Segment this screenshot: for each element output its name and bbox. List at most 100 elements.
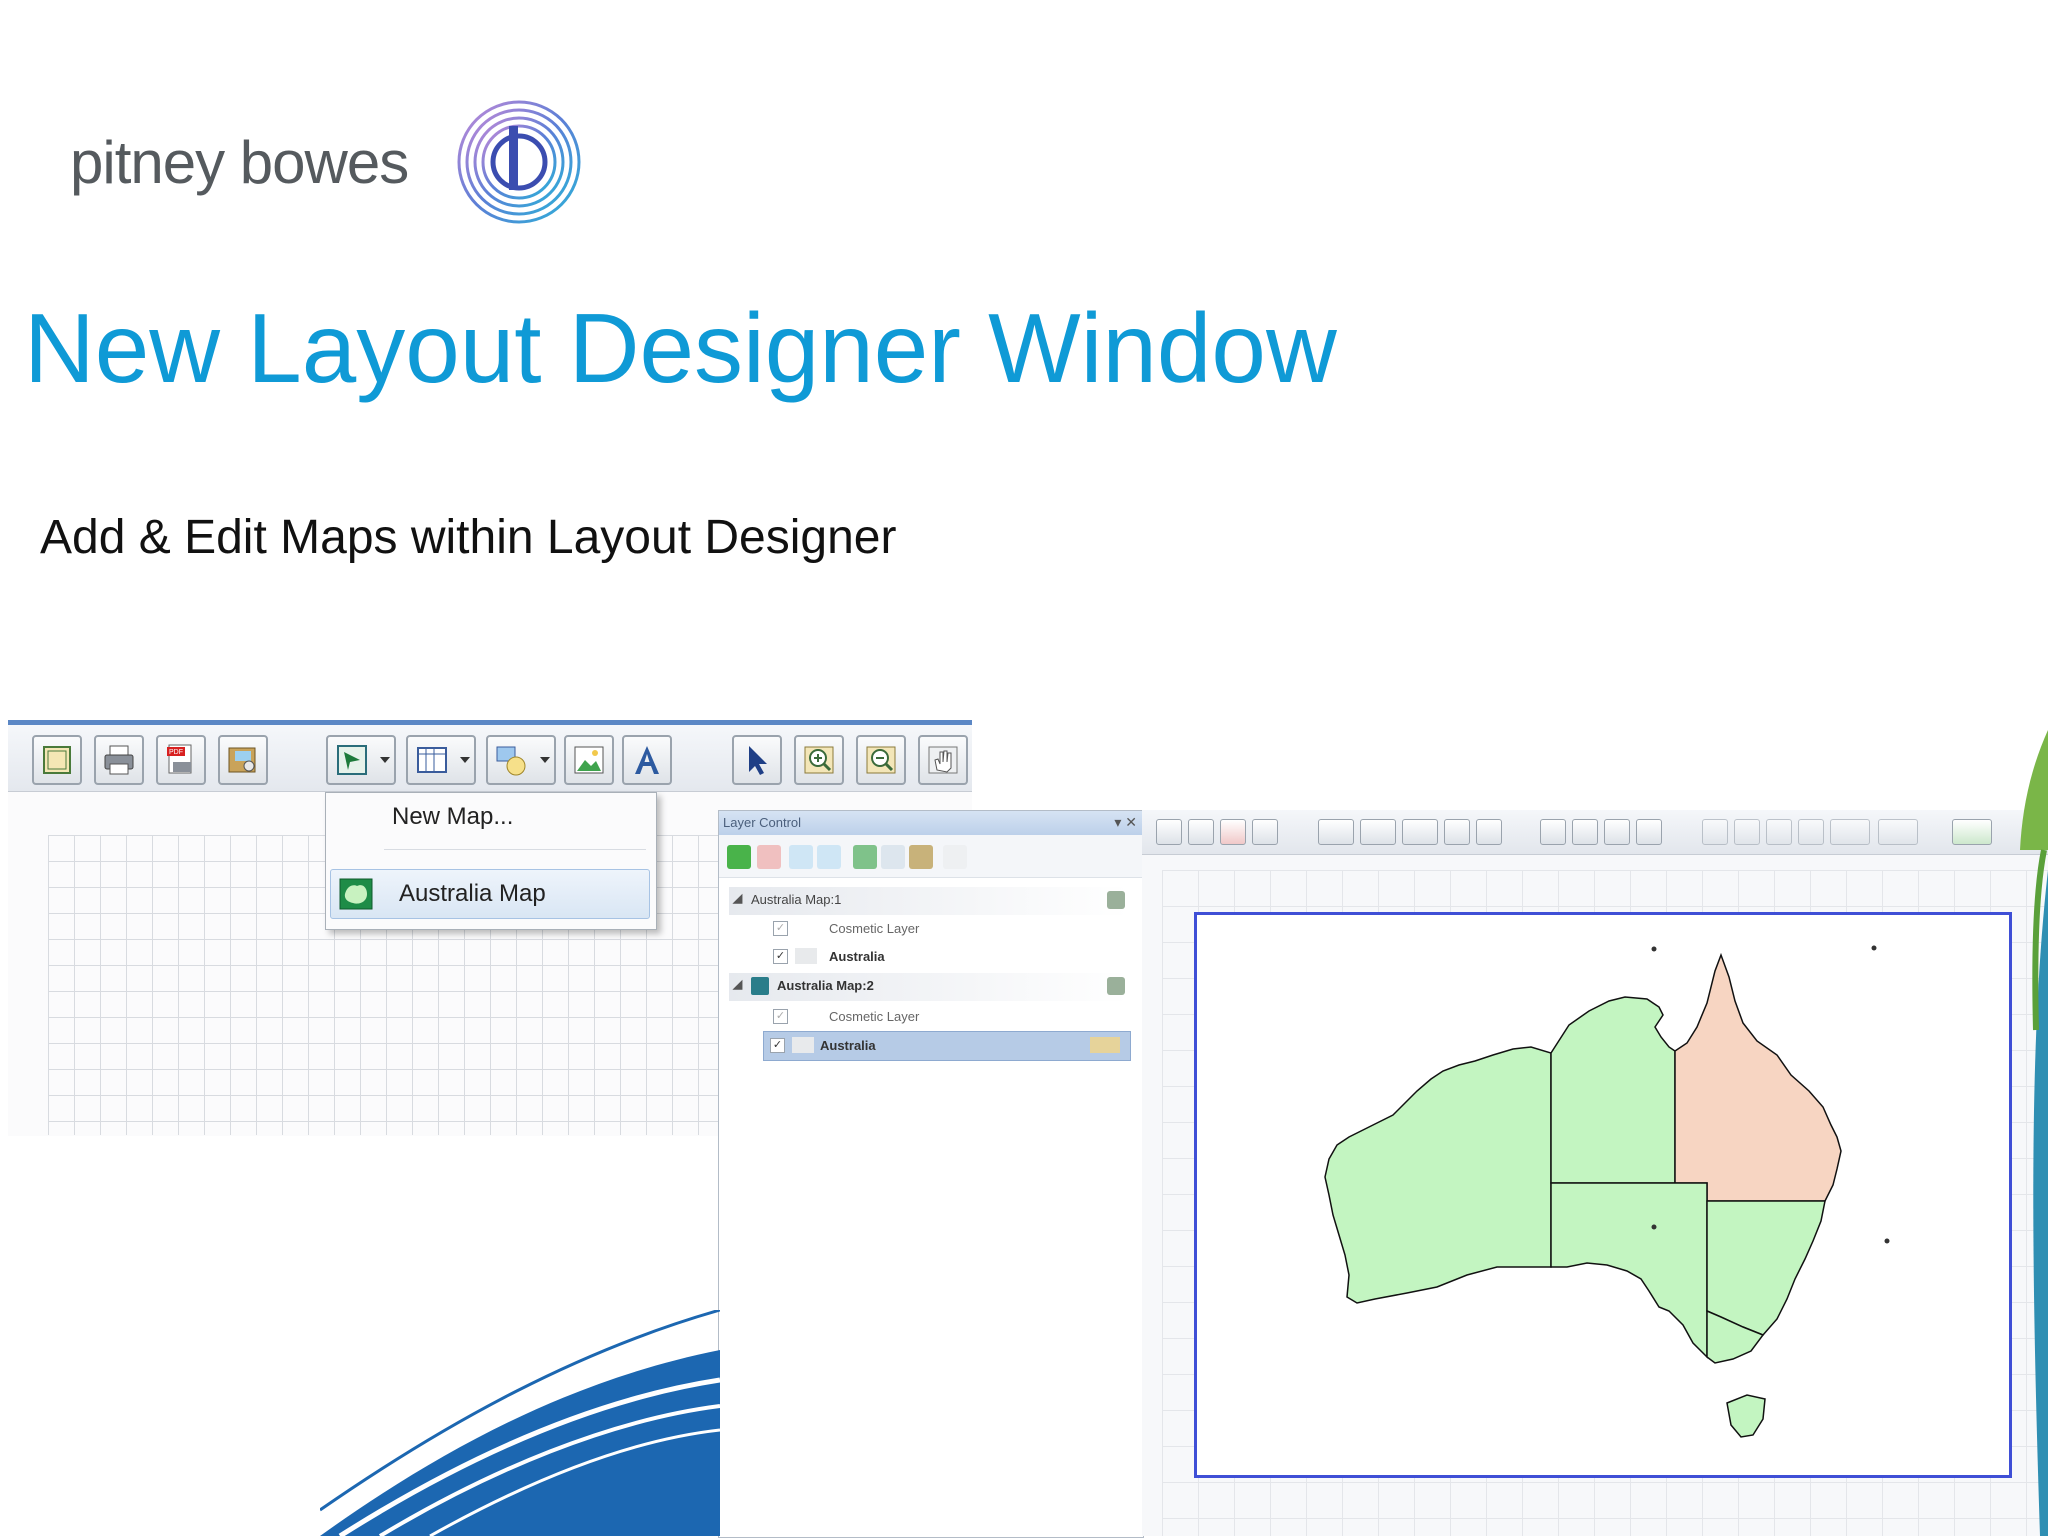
insert-table-button[interactable] <box>1360 819 1396 845</box>
new-map-menu-item[interactable]: New Map... <box>392 803 513 831</box>
insert-table-button[interactable] <box>406 735 476 785</box>
visibility-checkbox[interactable]: ✓ <box>773 949 788 964</box>
printer-icon <box>104 745 134 775</box>
insert-table-dropdown-caret[interactable] <box>460 757 470 763</box>
layer-row[interactable]: ✓ Cosmetic Layer <box>729 1003 1129 1031</box>
island-point <box>1871 945 1877 951</box>
insert-text-button[interactable] <box>622 735 672 785</box>
collapse-icon[interactable]: ◢ <box>733 977 742 991</box>
zoom-in-button[interactable] <box>1572 819 1598 845</box>
slide-subtitle: Add & Edit Maps within Layout Designer <box>40 511 897 564</box>
page-setup-button[interactable] <box>1156 819 1182 845</box>
layout-toolbar: PDF <box>8 725 972 792</box>
page-setup-button[interactable] <box>32 735 82 785</box>
style-icon[interactable] <box>881 845 905 869</box>
decorative-swoosh-right <box>2020 730 2048 1536</box>
state-new-south-wales <box>1706 1200 1826 1336</box>
page-frame-icon <box>43 746 71 774</box>
centroid-point <box>1651 1224 1657 1230</box>
australia-map[interactable] <box>1197 915 2009 1475</box>
menu-separator <box>384 849 646 850</box>
zoom-out-button[interactable] <box>1604 819 1630 845</box>
layer-row-selected[interactable]: ✓ Australia <box>763 1031 1131 1061</box>
line-style-button[interactable] <box>1734 819 1760 845</box>
layer-name: Australia <box>820 1038 876 1053</box>
layer-control-titlebar: Layer Control ▾ ✕ <box>719 811 1143 835</box>
insert-image-button[interactable] <box>564 735 614 785</box>
print-button[interactable] <box>94 735 144 785</box>
slide-title: New Layout Designer Window <box>24 293 1337 403</box>
pan-button[interactable] <box>918 735 968 785</box>
move-down-icon[interactable] <box>817 845 841 869</box>
save-image-button[interactable] <box>1252 819 1278 845</box>
layer-group-name: Australia Map:1 <box>751 892 842 907</box>
pan-button[interactable] <box>1636 819 1662 845</box>
layer-control-panel: Layer Control ▾ ✕ ◢ Australia Map:1 ✓ Co… <box>718 810 1144 1538</box>
australia-map-menu-item[interactable]: Australia Map <box>330 869 650 919</box>
layer-row[interactable]: ✓ Australia <box>729 943 1129 971</box>
insert-shape-dropdown-caret[interactable] <box>540 757 550 763</box>
layer-group-row[interactable]: ◢ Australia Map:1 <box>729 887 1129 915</box>
font-style-button[interactable] <box>1798 819 1824 845</box>
layer-swatch <box>792 1037 814 1053</box>
collapse-icon[interactable]: ◢ <box>733 891 742 905</box>
insert-map-button[interactable] <box>1318 819 1354 845</box>
pitney-bowes-logo: pitney bowes <box>70 98 590 238</box>
zoom-out-button[interactable] <box>856 735 906 785</box>
move-up-icon[interactable] <box>789 845 813 869</box>
state-queensland <box>1674 952 1842 1202</box>
label-icon[interactable] <box>909 845 933 869</box>
svg-text:PDF: PDF <box>169 749 183 756</box>
map-options-button[interactable] <box>1952 819 1992 845</box>
save-map-icon <box>228 747 256 773</box>
layer-name: Cosmetic Layer <box>829 921 920 936</box>
add-layer-icon[interactable] <box>727 845 751 869</box>
export-pdf-button[interactable] <box>1220 819 1246 845</box>
insert-text-button[interactable] <box>1476 819 1502 845</box>
logo-mark-icon <box>457 100 581 224</box>
layer-group-name: Australia Map:2 <box>777 978 874 993</box>
zoom-layer-icon[interactable] <box>1107 891 1125 909</box>
remove-layer-icon[interactable] <box>757 845 781 869</box>
insert-map-dropdown-caret[interactable] <box>380 757 390 763</box>
fill-style-button[interactable] <box>1766 819 1792 845</box>
pdf-icon: PDF <box>167 744 192 774</box>
layer-properties-icon[interactable] <box>853 845 877 869</box>
visibility-checkbox[interactable]: ✓ <box>773 921 788 936</box>
arrange-button[interactable] <box>1878 819 1918 845</box>
decorative-swoosh <box>320 1310 720 1536</box>
insert-shape-button[interactable] <box>1402 819 1438 845</box>
insert-shape-button[interactable] <box>486 735 556 785</box>
insert-map-button[interactable] <box>326 735 396 785</box>
select-tool-button[interactable] <box>1540 819 1566 845</box>
edit-layer-icon[interactable] <box>1090 1037 1120 1053</box>
zoom-in-icon <box>804 746 834 774</box>
export-pdf-button[interactable]: PDF <box>156 735 206 785</box>
print-button[interactable] <box>1188 819 1214 845</box>
align-button[interactable] <box>1702 819 1728 845</box>
layout-map-window <box>1142 810 2048 1536</box>
island-point <box>1884 1238 1890 1244</box>
state-tasmania <box>1726 1394 1766 1438</box>
layer-control-toolbar <box>719 835 1143 878</box>
visibility-checkbox[interactable]: ✓ <box>770 1038 785 1053</box>
layer-swatch <box>795 948 817 964</box>
shapes-icon <box>496 746 526 776</box>
pointer-icon <box>749 746 767 775</box>
panel-pin-close-buttons[interactable]: ▾ ✕ <box>1114 814 1137 831</box>
zoom-layer-icon[interactable] <box>1107 977 1125 995</box>
table-icon <box>417 747 447 773</box>
map-icon <box>339 878 373 910</box>
select-tool-button[interactable] <box>732 735 782 785</box>
layer-row[interactable]: ✓ Cosmetic Layer <box>729 915 1129 943</box>
insert-image-button[interactable] <box>1444 819 1470 845</box>
layer-control-title: Layer Control <box>723 815 802 830</box>
options-icon[interactable] <box>943 845 967 869</box>
zoom-in-button[interactable] <box>794 735 844 785</box>
layer-group-row[interactable]: ◢ Australia Map:2 <box>729 973 1129 1001</box>
map-frame[interactable] <box>1194 912 2012 1478</box>
save-image-button[interactable] <box>218 735 268 785</box>
australia-map-label: Australia Map <box>399 880 546 907</box>
visibility-checkbox[interactable]: ✓ <box>773 1009 788 1024</box>
text-align-button[interactable] <box>1830 819 1870 845</box>
